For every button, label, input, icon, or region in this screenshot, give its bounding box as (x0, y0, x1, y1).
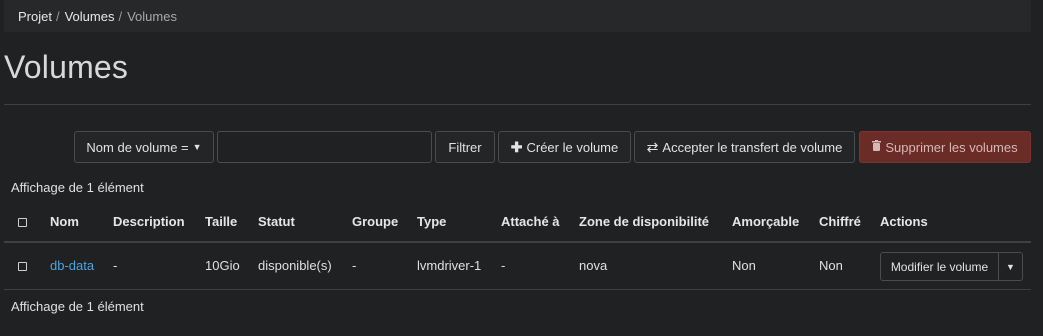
accept-transfer-label: Accepter le transfert de volume (662, 139, 843, 155)
edit-volume-button[interactable]: Modifier le volume (880, 252, 999, 281)
column-header-bootable[interactable]: Amorçable (732, 214, 799, 229)
cell-description: - (113, 258, 118, 273)
create-volume-button[interactable]: ✚ Créer le volume (498, 131, 631, 163)
table-row-divider (4, 289, 1031, 290)
breadcrumb-current: Volumes (127, 8, 177, 24)
caret-down-icon: ▼ (192, 142, 202, 152)
cell-status: disponible(s) (258, 258, 332, 273)
cell-size: 10Gio (205, 258, 240, 273)
row-checkbox[interactable] (18, 262, 27, 271)
filter-input[interactable] (217, 131, 432, 163)
filter-field-dropdown[interactable]: Nom de volume = ▼ (74, 131, 214, 163)
column-header-type[interactable]: Type (417, 214, 446, 229)
volume-name-link[interactable]: db-data (50, 258, 94, 273)
column-header-attached[interactable]: Attaché à (501, 214, 560, 229)
delete-volumes-label: Supprimer les volumes (885, 139, 1018, 155)
column-header-status[interactable]: Statut (258, 214, 295, 229)
actions-dropdown-toggle[interactable]: ▼ (999, 252, 1023, 281)
create-volume-label: Créer le volume (526, 139, 619, 155)
breadcrumb-volumes-panel[interactable]: Volumes (65, 9, 115, 24)
delete-volumes-button[interactable]: Supprimer les volumes (859, 131, 1031, 163)
select-all-checkbox[interactable] (18, 218, 27, 227)
row-actions: Modifier le volume ▼ (880, 252, 1023, 281)
cell-group: - (352, 258, 357, 273)
item-count-bottom: Affichage de 1 élément (11, 299, 144, 314)
title-divider (4, 104, 1031, 105)
cell-encrypted: Non (819, 258, 843, 273)
plus-icon: ✚ (510, 138, 523, 155)
column-header-name[interactable]: Nom (50, 214, 79, 229)
column-header-size[interactable]: Taille (205, 214, 237, 229)
breadcrumb-separator: / (118, 8, 123, 24)
exchange-icon: ⇄ (646, 138, 659, 155)
caret-down-icon: ▼ (1006, 261, 1015, 272)
cell-bootable: Non (732, 258, 756, 273)
column-header-description[interactable]: Description (113, 214, 185, 229)
cell-type: lvmdriver-1 (417, 258, 482, 273)
breadcrumb: Projet / Volumes / Volumes (4, 0, 1031, 32)
filter-field-label: Nom de volume = (86, 139, 189, 155)
column-header-group[interactable]: Groupe (352, 214, 398, 229)
filter-button[interactable]: Filtrer (435, 131, 495, 163)
column-header-zone[interactable]: Zone de disponibilité (579, 214, 709, 229)
breadcrumb-separator: / (55, 8, 60, 24)
trash-icon (872, 140, 882, 154)
column-header-actions: Actions (880, 214, 928, 229)
cell-zone: nova (579, 258, 608, 273)
column-header-encrypted[interactable]: Chiffré (819, 214, 861, 229)
item-count-top: Affichage de 1 élément (11, 180, 144, 195)
table-header-divider (4, 241, 1031, 243)
page-title: Volumes (4, 49, 129, 85)
cell-attached: - (501, 258, 506, 273)
accept-transfer-button[interactable]: ⇄ Accepter le transfert de volume (634, 131, 855, 163)
breadcrumb-projet[interactable]: Projet (18, 9, 52, 24)
filter-button-label: Filtrer (448, 139, 482, 155)
